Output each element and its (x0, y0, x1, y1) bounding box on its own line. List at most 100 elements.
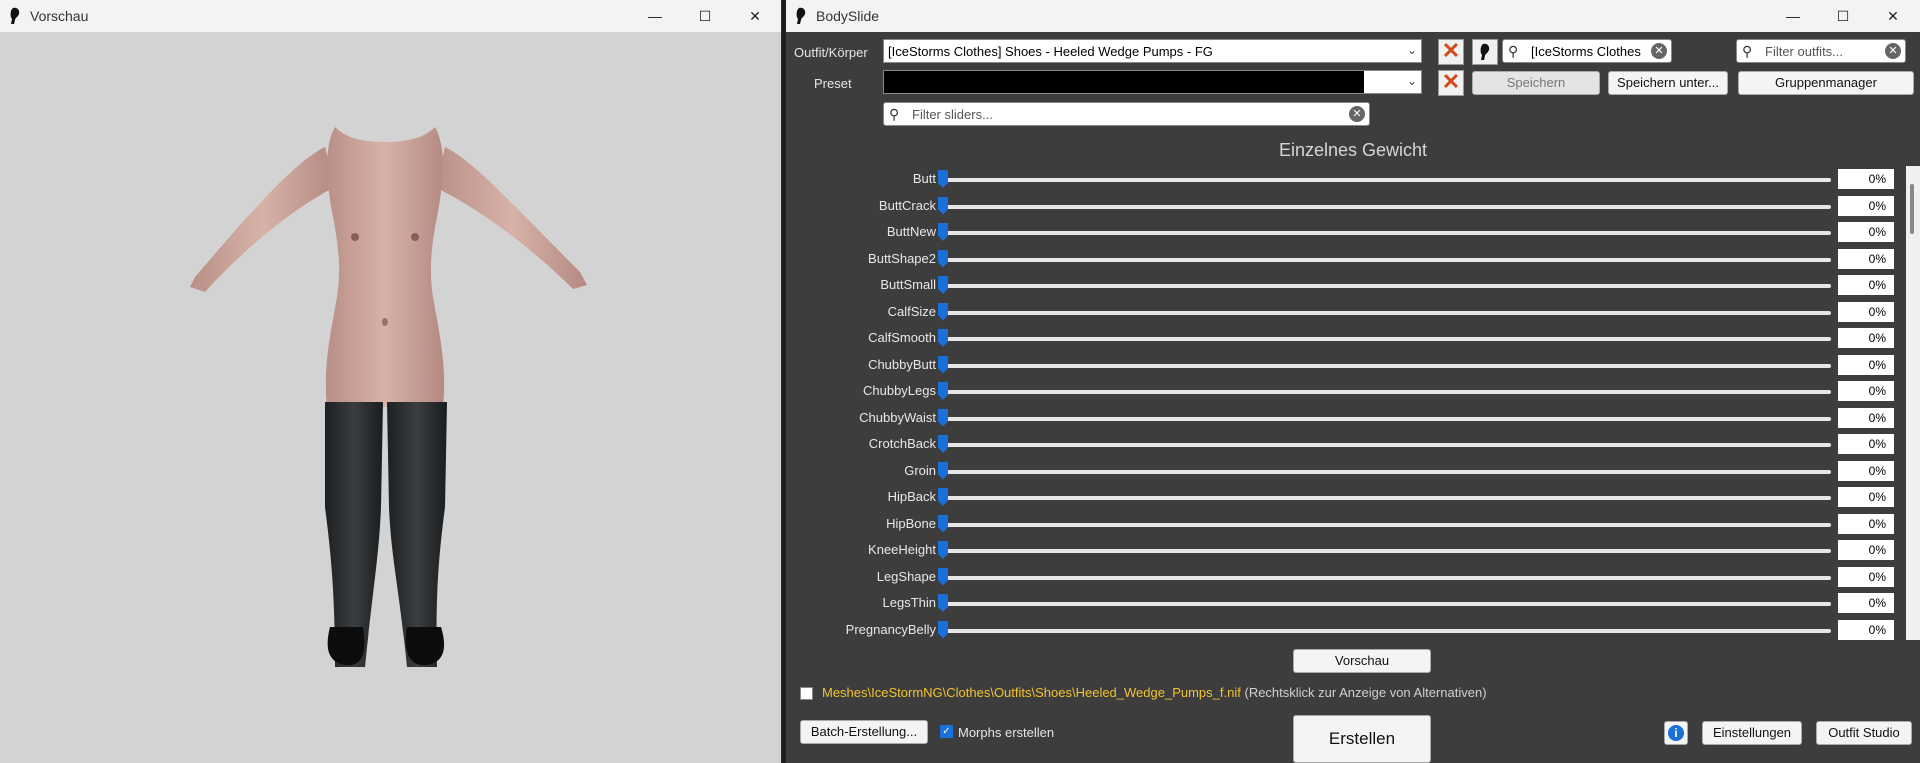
slider-track[interactable] (941, 363, 1831, 368)
slider-track[interactable] (941, 628, 1831, 633)
slider-value-field[interactable]: 0% (1838, 328, 1894, 348)
settings-button[interactable]: Einstellungen (1702, 721, 1802, 745)
slider-value-field[interactable]: 0% (1838, 566, 1894, 587)
preview-titlebar[interactable]: Vorschau — ☐ ✕ (0, 0, 781, 32)
close-button[interactable]: ✕ (1868, 0, 1918, 32)
bodyslide-titlebar[interactable]: BodySlide — ☐ ✕ (786, 0, 1920, 32)
slider-thumb[interactable] (938, 435, 948, 453)
slider-scrollbar[interactable] (1906, 166, 1920, 640)
slider-track[interactable] (941, 522, 1831, 527)
clear-search-icon[interactable]: ✕ (1349, 106, 1365, 122)
slider-track[interactable] (941, 284, 1831, 288)
slider-thumb[interactable] (938, 461, 948, 480)
slider-name: ButtSmall (880, 277, 936, 292)
outfit-studio-shortcut-button[interactable] (1472, 39, 1498, 65)
slider-track[interactable] (941, 575, 1831, 580)
slider-value-field[interactable]: 0% (1838, 248, 1894, 269)
slider-value-field[interactable]: 0% (1838, 513, 1894, 534)
preset-dropdown[interactable]: ⌄ (883, 70, 1422, 94)
preview-button[interactable]: Vorschau (1293, 649, 1431, 673)
slider-thumb[interactable] (938, 329, 948, 347)
slider-track[interactable] (941, 469, 1831, 474)
outfit-studio-button[interactable]: Outfit Studio (1816, 721, 1912, 745)
slider-thumb[interactable] (938, 620, 948, 639)
outfit-search-field[interactable]: ⚲ [IceStorms Clothes] S ✕ (1502, 39, 1672, 63)
close-button[interactable]: ✕ (730, 0, 780, 32)
minimize-button[interactable]: — (630, 0, 680, 32)
clear-search-icon[interactable]: ✕ (1885, 43, 1901, 59)
save-as-button[interactable]: Speichern unter... (1608, 71, 1728, 95)
slider-thumb[interactable] (938, 170, 948, 188)
slider-value-field[interactable]: 0% (1838, 222, 1894, 242)
slider-row: ButtShape2 0% (786, 246, 1906, 272)
morphs-checkbox[interactable]: ✓ (940, 725, 953, 738)
slider-track[interactable] (941, 231, 1831, 235)
slider-thumb[interactable] (938, 196, 948, 215)
maximize-button[interactable]: ☐ (680, 0, 730, 32)
slider-track[interactable] (941, 310, 1831, 315)
slider-thumb[interactable] (938, 514, 948, 533)
slider-row: LegShape 0% (786, 564, 1906, 590)
slider-value-field[interactable]: 0% (1838, 407, 1894, 428)
maximize-button[interactable]: ☐ (1818, 0, 1868, 32)
clear-preset-button[interactable]: ✕ (1438, 70, 1464, 96)
slider-track[interactable] (941, 602, 1831, 606)
file-path[interactable]: Meshes\IceStormNG\Clothes\Outfits\Shoes\… (822, 685, 1241, 700)
slider-track[interactable] (941, 178, 1831, 182)
slider-thumb[interactable] (938, 541, 948, 559)
slider-value-field[interactable]: 0% (1838, 275, 1894, 295)
slider-value-field[interactable]: 0% (1838, 434, 1894, 454)
slider-thumb[interactable] (938, 488, 948, 506)
build-button[interactable]: Erstellen (1293, 715, 1431, 763)
file-path-row[interactable]: Meshes\IceStormNG\Clothes\Outfits\Shoes\… (822, 685, 1487, 700)
slider-thumb[interactable] (938, 594, 948, 612)
slider-row: ButtCrack 0% (786, 193, 1906, 219)
slider-value-field[interactable]: 0% (1838, 354, 1894, 375)
save-button[interactable]: Speichern (1472, 71, 1600, 95)
scrollbar-thumb[interactable] (1910, 184, 1914, 234)
slider-value-field[interactable]: 0% (1838, 487, 1894, 507)
slider-value-field[interactable]: 0% (1838, 195, 1894, 216)
slider-thumb[interactable] (938, 302, 948, 321)
filter-outfits-field[interactable]: ⚲ Filter outfits... ✕ (1736, 39, 1906, 63)
slider-value-field[interactable]: 0% (1838, 593, 1894, 613)
slider-value-field[interactable]: 0% (1838, 381, 1894, 401)
clear-outfit-button[interactable]: ✕ (1438, 39, 1464, 65)
slider-thumb[interactable] (938, 355, 948, 374)
slider-thumb[interactable] (938, 249, 948, 268)
batch-build-button[interactable]: Batch-Erstellung... (800, 720, 928, 744)
slider-name: ChubbyWaist (859, 409, 936, 425)
slider-value-field[interactable]: 0% (1838, 619, 1894, 640)
search-icon: ⚲ (1742, 43, 1753, 59)
checkmark-icon: ✓ (942, 726, 951, 737)
filter-sliders-field[interactable]: ⚲ Filter sliders... ✕ (883, 102, 1370, 126)
clear-search-icon[interactable]: ✕ (1651, 43, 1667, 59)
slider-track[interactable] (941, 390, 1831, 394)
slider-track[interactable] (941, 204, 1831, 209)
slider-thumb[interactable] (938, 408, 948, 427)
slider-thumb[interactable] (938, 223, 948, 241)
slider-track[interactable] (941, 443, 1831, 447)
minimize-button[interactable]: — (1768, 0, 1818, 32)
slider-name: LegShape (876, 568, 936, 584)
preset-label: Preset (814, 76, 852, 91)
slider-thumb[interactable] (938, 382, 948, 400)
slider-thumb[interactable] (938, 276, 948, 294)
group-manager-button[interactable]: Gruppenmanager (1738, 71, 1914, 95)
slider-value-field[interactable]: 0% (1838, 540, 1894, 560)
chevron-down-icon: ⌄ (1406, 43, 1417, 57)
slider-name: CrotchBack (868, 436, 936, 451)
slider-track[interactable] (941, 496, 1831, 500)
slider-track[interactable] (941, 416, 1831, 421)
slider-value-field[interactable]: 0% (1838, 301, 1894, 322)
slider-thumb[interactable] (938, 567, 948, 586)
slider-value-field[interactable]: 0% (1838, 460, 1894, 481)
outfit-dropdown[interactable]: [IceStorms Clothes] Shoes - Heeled Wedge… (883, 39, 1422, 63)
slider-track[interactable] (941, 257, 1831, 262)
file-path-checkbox[interactable] (800, 687, 813, 700)
info-button[interactable]: i (1664, 721, 1688, 745)
preview-viewport[interactable] (0, 32, 781, 763)
slider-track[interactable] (941, 549, 1831, 553)
slider-track[interactable] (941, 337, 1831, 341)
slider-value-field[interactable]: 0% (1838, 169, 1894, 189)
